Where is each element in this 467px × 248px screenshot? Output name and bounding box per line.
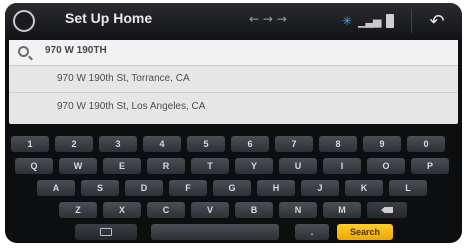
key-a[interactable]: A — [37, 180, 75, 196]
search-button[interactable]: Search — [337, 224, 393, 240]
search-icon — [18, 46, 29, 57]
key-h[interactable]: H — [257, 180, 295, 196]
battery-icon — [386, 14, 395, 28]
key-k[interactable]: K — [345, 180, 383, 196]
key-s[interactable]: S — [81, 180, 119, 196]
on-screen-keyboard: 1 2 3 4 5 6 7 8 9 0 Q W E R T Y U I O P … — [5, 128, 462, 243]
suggestion-label: 970 W 190th St, Torrance, CA — [57, 73, 190, 84]
search-field[interactable]: 970 W 190TH — [9, 40, 458, 66]
key-t[interactable]: T — [191, 158, 229, 174]
keyboard-mode-key[interactable] — [75, 224, 137, 240]
suggestion-item[interactable]: 970 W 190th St, Los Angeles, CA — [9, 95, 458, 121]
keyboard-icon — [100, 228, 112, 236]
key-0[interactable]: 0 — [407, 136, 445, 152]
key-9[interactable]: 9 — [363, 136, 401, 152]
nav-screen: Set Up Home ← → → ✳ ▁▃▅ ↶ 970 W 190TH 97… — [5, 3, 462, 243]
key-2[interactable]: 2 — [55, 136, 93, 152]
key-m[interactable]: M — [323, 202, 361, 218]
key-x[interactable]: X — [103, 202, 141, 218]
search-input[interactable]: 970 W 190TH — [45, 45, 107, 56]
nav-compass-icon[interactable] — [13, 10, 35, 32]
key-i[interactable]: I — [323, 158, 361, 174]
key-3[interactable]: 3 — [99, 136, 137, 152]
key-5[interactable]: 5 — [187, 136, 225, 152]
page-title: Set Up Home — [65, 10, 153, 26]
key-w[interactable]: W — [59, 158, 97, 174]
key-f[interactable]: F — [169, 180, 207, 196]
key-7[interactable]: 7 — [275, 136, 313, 152]
space-key[interactable] — [151, 224, 279, 240]
direction-arrows-icon: ← → → — [249, 12, 287, 26]
key-b[interactable]: B — [235, 202, 273, 218]
bluetooth-icon: ✳ — [342, 14, 353, 28]
key-q[interactable]: Q — [15, 158, 53, 174]
period-key[interactable]: . — [295, 224, 329, 240]
signal-icon: ▁▃▅ — [358, 14, 381, 28]
key-d[interactable]: D — [125, 180, 163, 196]
header-divider — [411, 9, 412, 33]
search-panel: 970 W 190TH 970 W 190th St, Torrance, CA… — [9, 40, 458, 124]
key-v[interactable]: V — [191, 202, 229, 218]
suggestion-label: 970 W 190th St, Los Angeles, CA — [57, 101, 206, 112]
status-icons: ✳ ▁▃▅ — [342, 12, 395, 30]
key-4[interactable]: 4 — [143, 136, 181, 152]
key-8[interactable]: 8 — [319, 136, 357, 152]
key-o[interactable]: O — [367, 158, 405, 174]
key-n[interactable]: N — [279, 202, 317, 218]
back-button[interactable]: ↶ — [421, 9, 453, 35]
key-j[interactable]: J — [301, 180, 339, 196]
key-c[interactable]: C — [147, 202, 185, 218]
key-6[interactable]: 6 — [231, 136, 269, 152]
backspace-key[interactable] — [367, 202, 407, 218]
key-p[interactable]: P — [411, 158, 449, 174]
key-e[interactable]: E — [103, 158, 141, 174]
suggestion-item[interactable]: 970 W 190th St, Torrance, CA — [9, 67, 458, 93]
header-bar: Set Up Home ← → → ✳ ▁▃▅ ↶ — [5, 3, 462, 40]
key-r[interactable]: R — [147, 158, 185, 174]
key-1[interactable]: 1 — [11, 136, 49, 152]
key-g[interactable]: G — [213, 180, 251, 196]
key-l[interactable]: L — [389, 180, 427, 196]
key-y[interactable]: Y — [235, 158, 273, 174]
backspace-icon — [381, 207, 393, 213]
key-u[interactable]: U — [279, 158, 317, 174]
key-z[interactable]: Z — [59, 202, 97, 218]
